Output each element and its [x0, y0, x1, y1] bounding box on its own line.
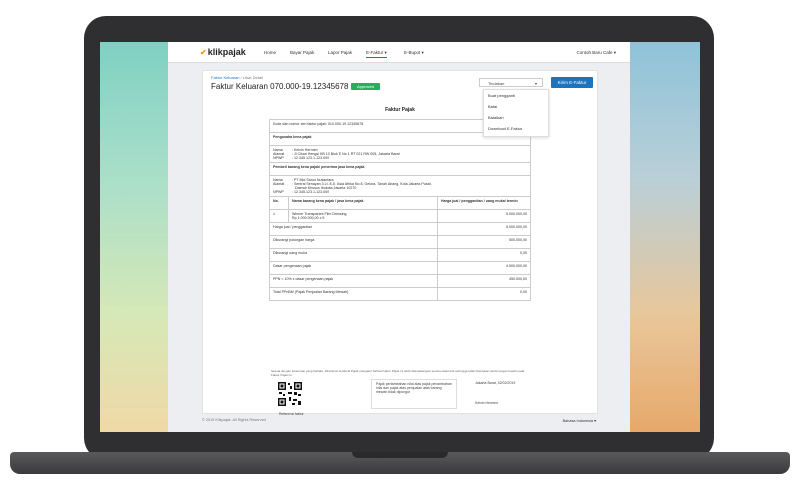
total-label: Harga jual / penggantian [269, 222, 438, 236]
pembeli-npwp: 12.345.123.1-123.000 [294, 190, 330, 194]
vat-stamp-note: Pajak pertambahan nilai atas pajak penam… [371, 379, 457, 409]
footer: © 2019 Klikpajak. All Rights Reserved Ba… [202, 418, 596, 423]
label-npwp: NPWP [273, 190, 284, 194]
action-select-label: Tindakan [488, 81, 505, 86]
faktur-table: Kode dan nomor seri faktur pajak: 010.00… [269, 119, 531, 301]
total-label: Dikurangi potongan harga [269, 235, 438, 249]
menu-item-batal[interactable]: Batal [484, 101, 548, 112]
total-value: 500.000,00 [437, 235, 531, 249]
logo-text: klikpajak [207, 47, 246, 57]
pembeli-heading: Pembeli barang kena pajak/ penerima jasa… [269, 162, 531, 176]
total-label: Dikurangi uang muka [269, 248, 438, 262]
status-badge: Approved [351, 83, 381, 90]
invoice-card: Faktur Keluaran / Lihat Detail Faktur Ke… [202, 70, 598, 416]
nav-bayar-pajak[interactable]: Bayar Pajak [290, 50, 314, 55]
breadcrumb-current: / Lihat Detail [239, 75, 263, 80]
place-date: Jakarta Barat, 02/02/2019 [475, 381, 516, 385]
nav-e-faktur-label: E-Faktur [366, 50, 384, 55]
signer-name: Kelvin Hermen [475, 401, 498, 405]
nav-home[interactable]: Home [264, 50, 276, 55]
pengusaha-details: Nama : Kelvin Hermen Alamat : Jl Cikan H… [269, 145, 531, 163]
total-value: 5.000.000,00 [437, 222, 531, 236]
pembeli-details: Nama : PT Mid Sanur Nusantara Alamat : S… [269, 175, 531, 197]
chevron-down-icon: ▾ [534, 81, 537, 86]
background-left [100, 42, 168, 432]
nav-e-faktur[interactable]: E-Faktur ▾ [366, 50, 387, 58]
company-menu[interactable]: Contoh Baru Cafe ▾ [576, 50, 616, 56]
send-efaktur-button[interactable]: Kirim E-Faktur [551, 77, 593, 88]
copyright: © 2019 Klikpajak. All Rights Reserved [202, 418, 266, 422]
total-value: 450.000,00 [437, 274, 531, 288]
action-select[interactable]: Tindakan ▾ [479, 78, 543, 87]
item-sub: Rp 1.000.000,00 x 5 [292, 216, 325, 220]
breadcrumb: Faktur Keluaran / Lihat Detail [211, 75, 263, 80]
pengusaha-npwp: 12.345.123.1-123.000 [294, 156, 330, 160]
total-value: 4.500.000,00 [437, 261, 531, 275]
nav-e-bupot[interactable]: E-Bupot ▾ [404, 50, 424, 56]
menu-item-download[interactable]: Download E-Faktur [484, 123, 548, 134]
total-label: PPN = 10% x dasar pengenaan pajak [269, 274, 438, 288]
app-window: ✔klikpajak Home Bayar Pajak Lapor Pajak … [168, 42, 630, 432]
item-no: 1 [269, 209, 289, 223]
page-title: Faktur Keluaran 070.000-19.12345678 [211, 82, 349, 91]
col-header-name: Nama barang kena pajak / jasa kena pajak [288, 196, 438, 210]
top-navigation: ✔klikpajak Home Bayar Pajak Lapor Pajak … [168, 42, 630, 63]
menu-item-batalkan[interactable]: Batalkan [484, 112, 548, 123]
company-name: Contoh Baru Cafe [576, 50, 613, 55]
logo-check-icon: ✔ [200, 48, 207, 57]
total-label: Dasar pengenaan pajak [269, 261, 438, 275]
label-alamat: Alamat [273, 182, 285, 186]
item-price: 5.000.000,00 [437, 209, 531, 223]
col-header-no: No. [269, 196, 289, 210]
breadcrumb-link[interactable]: Faktur Keluaran [211, 75, 239, 80]
total-value: 0,00 [437, 248, 531, 262]
action-dropdown-menu: Buat pengganti Batal Batalkan Download E… [483, 89, 549, 137]
menu-item-buat-pengganti[interactable]: Buat pengganti [484, 90, 548, 101]
language-select[interactable]: Bahasa Indonesia ▾ [563, 418, 596, 423]
qr-label: Referensi faktur [279, 412, 304, 416]
col-header-price: Harga jual / penggantian / uang muka/ te… [437, 196, 531, 210]
qr-code-icon [277, 381, 303, 407]
nav-e-bupot-label: E-Bupot [404, 50, 421, 55]
laptop-notch [352, 452, 448, 458]
screen: ✔klikpajak Home Bayar Pajak Lapor Pajak … [100, 42, 700, 432]
background-right [630, 42, 700, 432]
klikpajak-logo[interactable]: ✔klikpajak [200, 47, 246, 57]
item-name-cell: Winner Transparent Film Dressing Rp 1.000… [288, 209, 438, 223]
label-npwp: NPWP [273, 156, 284, 160]
legal-note: Sesuai dengan ketentuan yang berlaku, Di… [271, 369, 525, 377]
language-label: Bahasa Indonesia [562, 419, 594, 423]
total-label: Total PPnBM (Pajak Penjualan Barang Mewa… [269, 287, 438, 301]
total-value: 0,00 [437, 287, 531, 301]
nav-lapor-pajak[interactable]: Lapor Pajak [328, 50, 352, 55]
